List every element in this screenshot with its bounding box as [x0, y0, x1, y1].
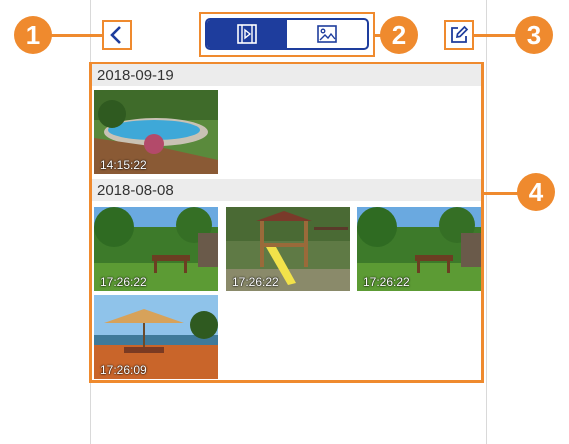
recording-time: 17:26:09: [100, 363, 147, 377]
recording-thumbnail[interactable]: 17:26:22: [226, 207, 350, 291]
recording-time: 17:26:22: [100, 275, 147, 289]
back-button[interactable]: [102, 20, 132, 50]
callout-1-leader: [50, 34, 102, 37]
recording-thumbnail[interactable]: 17:26:22: [357, 207, 481, 291]
edit-button[interactable]: [444, 20, 474, 50]
chevron-left-icon: [110, 26, 121, 44]
image-icon: [317, 25, 337, 43]
date-header: 2018-09-19: [92, 64, 481, 86]
callout-2: 2: [380, 16, 418, 54]
media-type-toggle[interactable]: [205, 18, 369, 50]
recording-thumbnail[interactable]: 17:26:22: [94, 207, 218, 291]
callout-1: 1: [14, 16, 52, 54]
tab-image[interactable]: [287, 20, 367, 48]
edit-icon: [451, 25, 469, 43]
callout-3: 3: [515, 16, 553, 54]
recording-time: 17:26:22: [363, 275, 410, 289]
recording-thumbnail[interactable]: 14:15:22: [94, 90, 218, 174]
callout-4: 4: [517, 173, 555, 211]
recording-time: 17:26:22: [232, 275, 279, 289]
video-icon: [237, 24, 257, 44]
date-header: 2018-08-08: [92, 179, 481, 201]
recording-time: 14:15:22: [100, 158, 147, 172]
recording-thumbnail[interactable]: 17:26:09: [94, 295, 218, 379]
tab-video[interactable]: [207, 20, 287, 48]
